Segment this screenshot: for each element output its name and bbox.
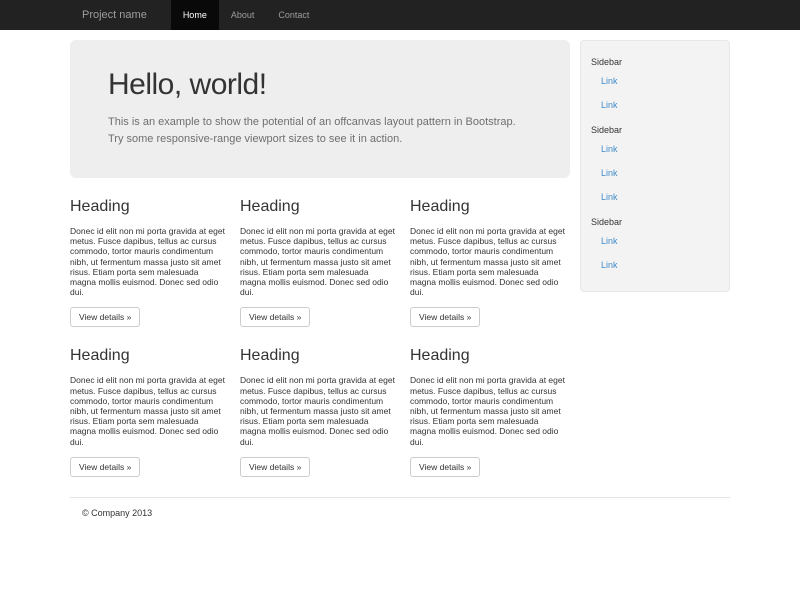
sidebar-group-title: Sidebar — [591, 125, 623, 135]
sidebar-group-1: Sidebar Link Link — [591, 57, 719, 117]
card-body-text: Donec id elit non mi porta gravida at eg… — [70, 226, 225, 298]
content-card: Heading Donec id elit non mi porta gravi… — [70, 347, 230, 477]
nav-item-home[interactable]: Home — [170, 0, 219, 30]
card-heading: Heading — [70, 198, 130, 216]
jumbotron: Hello, world! This is an example to show… — [70, 40, 570, 179]
nav-item-about[interactable]: About — [219, 0, 267, 30]
jumbotron-description: This is an example to show the potential… — [108, 116, 516, 146]
sidebar-panel: Sidebar Link Link Sidebar Link Link Link… — [580, 40, 730, 292]
card-body-text: Donec id elit non mi porta gravida at eg… — [240, 226, 395, 298]
card-heading: Heading — [240, 198, 300, 216]
page-title: Hello, world! — [108, 68, 267, 101]
sidebar-link[interactable]: Link — [591, 161, 719, 185]
card-heading: Heading — [410, 198, 470, 216]
content-card: Heading Donec id elit non mi porta gravi… — [240, 198, 400, 328]
content-card: Heading Donec id elit non mi porta gravi… — [240, 347, 400, 477]
sidebar-link[interactable]: Link — [591, 229, 719, 253]
card-heading: Heading — [70, 347, 130, 365]
view-details-button[interactable]: View details » — [70, 307, 141, 328]
cards-row-2: Heading Donec id elit non mi porta gravi… — [70, 347, 570, 477]
view-details-button[interactable]: View details » — [410, 456, 481, 477]
card-body-text: Donec id elit non mi porta gravida at eg… — [410, 375, 565, 447]
navbar-brand[interactable]: Project name — [70, 0, 159, 30]
sidebar-link[interactable]: Link — [591, 253, 719, 277]
nav-item-contact[interactable]: Contact — [266, 0, 321, 30]
main-content: Hello, world! This is an example to show… — [70, 40, 570, 477]
sidebar-group-title: Sidebar — [591, 217, 623, 227]
sidebar: Sidebar Link Link Sidebar Link Link Link… — [580, 40, 730, 477]
content-card: Heading Donec id elit non mi porta gravi… — [410, 347, 570, 477]
view-details-button[interactable]: View details » — [70, 456, 141, 477]
card-heading: Heading — [240, 347, 300, 365]
view-details-button[interactable]: View details » — [240, 307, 311, 328]
copyright-text: © Company 2013 — [82, 507, 153, 518]
top-navbar: Project name Home About Contact — [0, 0, 800, 30]
view-details-button[interactable]: View details » — [410, 307, 481, 328]
page-footer: © Company 2013 — [70, 496, 730, 518]
content-card: Heading Donec id elit non mi porta gravi… — [410, 198, 570, 328]
card-body-text: Donec id elit non mi porta gravida at eg… — [410, 226, 565, 298]
sidebar-group-3: Sidebar Link Link — [591, 217, 719, 277]
card-body-text: Donec id elit non mi porta gravida at eg… — [70, 375, 225, 447]
cards-row-1: Heading Donec id elit non mi porta gravi… — [70, 198, 570, 328]
sidebar-group-2: Sidebar Link Link Link — [591, 125, 719, 209]
sidebar-link[interactable]: Link — [591, 185, 719, 209]
view-details-button[interactable]: View details » — [240, 456, 311, 477]
sidebar-group-title: Sidebar — [591, 57, 623, 67]
sidebar-link[interactable]: Link — [591, 69, 719, 93]
card-body-text: Donec id elit non mi porta gravida at eg… — [240, 375, 395, 447]
navbar-menu: Home About Contact — [170, 0, 322, 30]
content-card: Heading Donec id elit non mi porta gravi… — [70, 198, 230, 328]
card-heading: Heading — [410, 347, 470, 365]
sidebar-link[interactable]: Link — [591, 137, 719, 161]
sidebar-link[interactable]: Link — [591, 93, 719, 117]
